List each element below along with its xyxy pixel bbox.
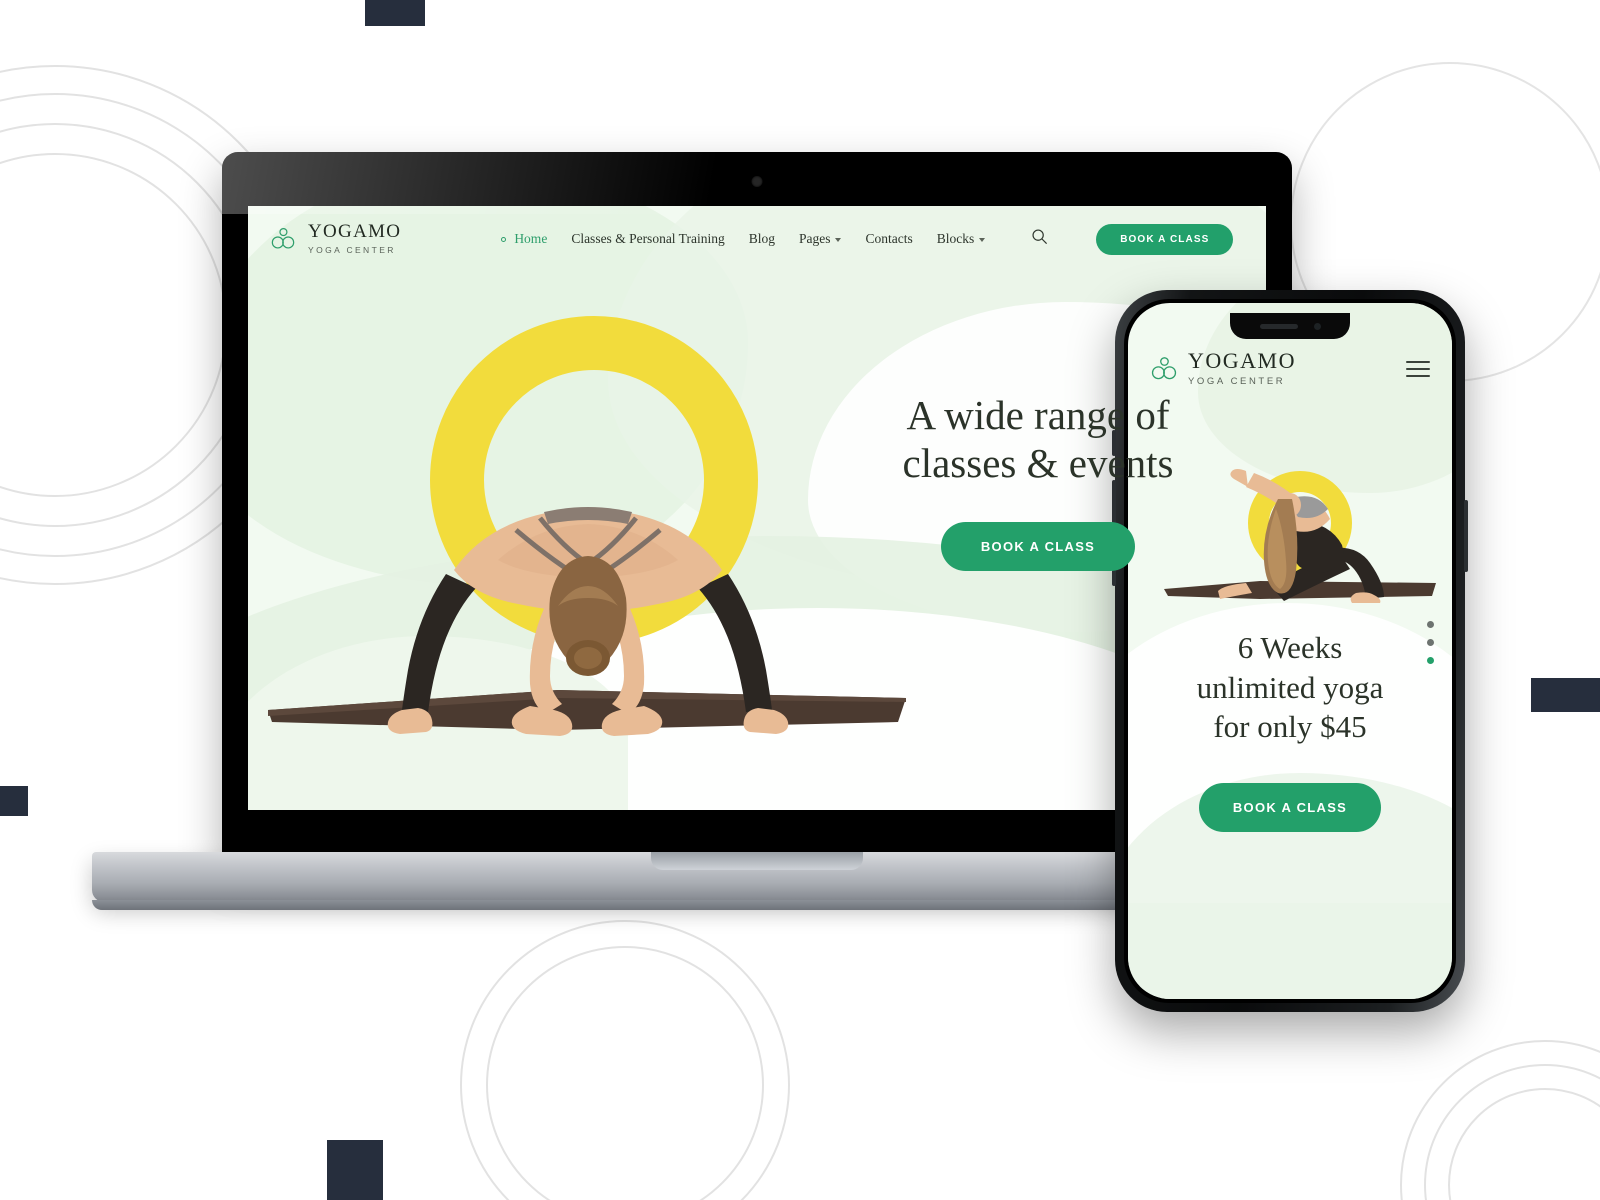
mobile-hero-title-line-1: 6 Weeks	[1237, 630, 1343, 665]
decorative-concentric-rings-bottom-left	[460, 920, 790, 1200]
mobile-book-a-class-button[interactable]: BOOK A CLASS	[1198, 783, 1382, 833]
slider-dot[interactable]	[1427, 621, 1434, 628]
phone-notch	[1230, 313, 1350, 339]
laptop-screen: YOGAMO YOGA CENTER Home Classes & Person…	[248, 206, 1266, 810]
nav-label: Blocks	[936, 231, 975, 246]
three-circles-logo-icon	[270, 226, 296, 252]
phone-front-camera-icon	[1313, 322, 1321, 330]
hamburger-menu-icon[interactable]	[1406, 361, 1430, 377]
brand-tagline: YOGA CENTER	[308, 244, 396, 255]
nav-label: Pages	[798, 231, 831, 246]
slider-dot-active[interactable]	[1427, 657, 1434, 664]
search-icon[interactable]	[1031, 228, 1048, 250]
chevron-down-icon	[835, 238, 842, 242]
nav-item-blocks[interactable]: Blocks	[937, 231, 986, 247]
nav-label: Blog	[748, 231, 775, 246]
hero-slider-dots	[1427, 621, 1434, 664]
decorative-square-top	[365, 0, 425, 26]
mobile-hero-image-yoga-pose	[1150, 453, 1450, 613]
hero-image-yoga-pose	[258, 306, 918, 776]
mobile-hero-copy-block: 6 Weeks unlimited yoga for only $45 BOOK…	[1128, 628, 1452, 833]
decorative-square-bottom	[327, 1140, 383, 1200]
mobile-site-logo[interactable]: YOGAMO YOGA CENTER	[1150, 350, 1296, 388]
chevron-down-icon	[979, 238, 986, 242]
brand-name: YOGAMO	[1188, 348, 1296, 373]
nav-item-classes-personal-training[interactable]: Classes & Personal Training	[571, 231, 724, 247]
phone-earpiece-speaker	[1259, 323, 1298, 329]
mobile-hero-title-line-3: for only $45	[1213, 709, 1367, 745]
mobile-hero-title: 6 Weeks unlimited yoga for only $45	[1158, 628, 1422, 747]
decorative-concentric-rings-bottom-right	[1400, 1040, 1600, 1200]
slider-dot[interactable]	[1427, 639, 1434, 646]
nav-label: Classes & Personal Training	[571, 231, 725, 246]
brand-tagline: YOGA CENTER	[1188, 376, 1286, 387]
laptop-base-notch	[651, 852, 863, 870]
nav-label: Contacts	[865, 231, 913, 246]
main-navigation: Home Classes & Personal Training Blog Pa…	[501, 223, 1234, 255]
site-logo[interactable]: YOGAMO YOGA CENTER	[270, 222, 401, 257]
nav-item-home[interactable]: Home	[501, 231, 547, 247]
mobile-site-header: YOGAMO YOGA CENTER	[1128, 343, 1452, 395]
hero-title-line-2: classes & events	[902, 440, 1174, 487]
active-dot-icon	[501, 236, 507, 242]
laptop-camera-icon	[751, 176, 763, 187]
hero-title-line-1: A wide range of	[906, 392, 1170, 438]
mockup-scene: YOGAMO YOGA CENTER Home Classes & Person…	[0, 0, 1600, 1200]
mobile-hero-title-line-2: unlimited yoga	[1196, 669, 1384, 705]
brand-name: YOGAMO	[308, 220, 402, 242]
three-circles-logo-icon	[1150, 355, 1178, 383]
nav-item-pages[interactable]: Pages	[799, 231, 842, 247]
phone-power-button[interactable]	[1464, 500, 1468, 572]
nav-item-blog[interactable]: Blog	[749, 231, 775, 247]
decorative-square-right	[1531, 678, 1600, 712]
nav-item-contacts[interactable]: Contacts	[865, 231, 912, 247]
nav-label: Home	[514, 231, 548, 246]
decorative-square-left	[0, 786, 28, 816]
hero-book-a-class-button[interactable]: BOOK A CLASS	[940, 521, 1136, 571]
laptop-lid-glare	[222, 152, 922, 214]
site-header: YOGAMO YOGA CENTER Home Classes & Person…	[248, 206, 1266, 272]
header-book-a-class-button[interactable]: BOOK A CLASS	[1096, 223, 1234, 255]
